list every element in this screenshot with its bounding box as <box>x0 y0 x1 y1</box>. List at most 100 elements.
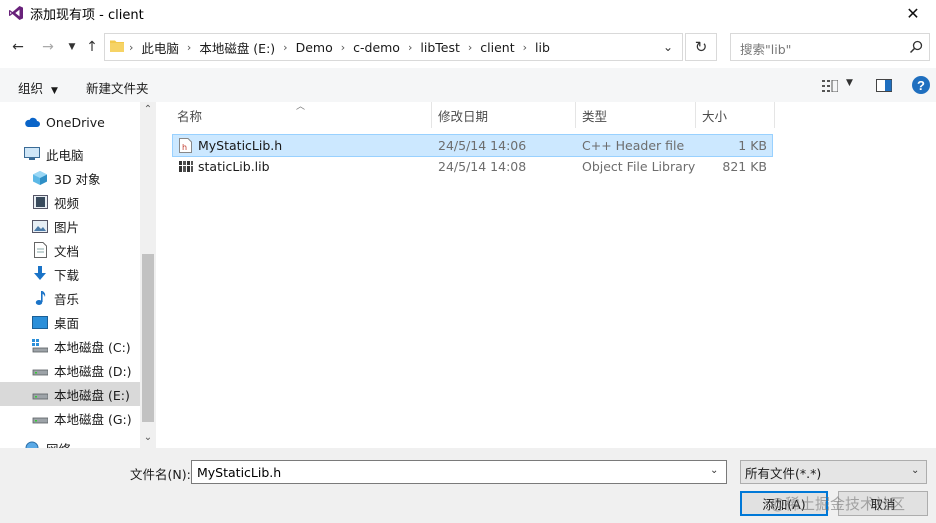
address-history-button[interactable]: ⌄ <box>656 34 680 60</box>
help-icon[interactable]: ? <box>912 76 930 94</box>
file-name: staticLib.lib <box>198 159 270 174</box>
breadcrumb-item[interactable]: lib <box>529 40 556 55</box>
file-size: 1 KB <box>738 138 767 153</box>
view-options-icon[interactable] <box>822 80 838 92</box>
desktop-icon <box>32 314 48 330</box>
sort-ascending-icon: ︿ <box>296 102 306 112</box>
file-modified: 24/5/14 14:06 <box>438 138 527 153</box>
sidebar-item-documents[interactable]: 文档 <box>0 238 155 262</box>
chevron-down-icon[interactable]: ▼ <box>846 78 853 88</box>
sidebar-item-label: 3D 对象 <box>54 171 101 187</box>
column-header-size[interactable]: 大小 <box>702 102 727 128</box>
breadcrumb-separator-icon[interactable]: › <box>521 41 529 54</box>
breadcrumb-separator-icon[interactable]: › <box>406 41 414 54</box>
sidebar-item-label: 视频 <box>54 195 80 211</box>
cube-icon <box>32 170 48 186</box>
column-header-name[interactable]: 名称 <box>177 102 202 128</box>
sidebar-item-label: 下载 <box>54 267 80 283</box>
sidebar-item-drive-e[interactable]: 本地磁盘 (E:) <box>0 382 155 406</box>
recent-locations-button[interactable]: ▼ <box>62 36 82 58</box>
sidebar-item-desktop[interactable]: 桌面 <box>0 310 155 334</box>
window-title: 添加现有项 - client <box>30 8 144 23</box>
visual-studio-icon <box>9 6 23 20</box>
close-button[interactable]: ✕ <box>890 0 936 26</box>
file-modified: 24/5/14 14:08 <box>438 159 527 174</box>
computer-icon <box>24 146 40 162</box>
picture-icon <box>32 218 48 234</box>
column-divider[interactable] <box>575 102 576 128</box>
breadcrumb-item[interactable]: Demo <box>290 40 339 55</box>
svg-text:h: h <box>182 143 187 152</box>
sidebar-item-onedrive[interactable]: OneDrive <box>0 110 155 134</box>
scroll-down-icon[interactable]: ⌄ <box>140 432 156 446</box>
breadcrumb-item[interactable]: c-demo <box>347 40 406 55</box>
scrollbar-thumb[interactable] <box>142 254 154 422</box>
file-size: 821 KB <box>722 159 767 174</box>
file-row[interactable]: staticLib.lib 24/5/14 14:08 Object File … <box>173 156 772 177</box>
sidebar-item-network[interactable]: 网络 <box>0 436 155 448</box>
sidebar-item-label: 本地磁盘 (E:) <box>54 387 130 403</box>
chevron-down-icon: ▼ <box>51 86 58 96</box>
breadcrumb-separator-icon[interactable]: › <box>466 41 474 54</box>
drive-icon <box>32 338 48 354</box>
column-divider[interactable] <box>695 102 696 128</box>
sidebar-item-3d-objects[interactable]: 3D 对象 <box>0 166 155 190</box>
refresh-button[interactable]: ↻ <box>685 33 717 61</box>
breadcrumb-separator-icon: › <box>129 40 134 54</box>
drive-icon <box>32 410 48 426</box>
breadcrumb-item[interactable]: 本地磁盘 (E:) <box>193 38 281 57</box>
chevron-down-icon: ▼ <box>68 42 76 52</box>
breadcrumb-separator-icon[interactable]: › <box>339 41 347 54</box>
file-type: Object File Library <box>582 159 696 174</box>
back-button[interactable]: ← <box>8 36 28 58</box>
sidebar-item-drive-g[interactable]: 本地磁盘 (G:) <box>0 406 155 430</box>
close-icon: ✕ <box>906 3 920 23</box>
download-icon <box>32 266 48 282</box>
drive-icon <box>32 386 48 402</box>
sidebar-item-label: 本地磁盘 (C:) <box>54 339 131 355</box>
sidebar-item-label: 本地磁盘 (D:) <box>54 363 132 379</box>
drive-icon <box>32 362 48 378</box>
sidebar-item-videos[interactable]: 视频 <box>0 190 155 214</box>
music-icon <box>32 290 48 306</box>
chevron-down-icon: ⌄ <box>662 40 674 54</box>
file-type: C++ Header file <box>582 138 685 153</box>
sidebar-item-this-pc[interactable]: 此电脑 <box>0 142 155 166</box>
filetype-select[interactable]: 所有文件(*.*) <box>740 460 927 484</box>
new-folder-button[interactable]: 新建文件夹 <box>86 78 149 97</box>
up-button[interactable]: ↑ <box>82 36 102 58</box>
preview-pane-icon[interactable] <box>876 79 892 92</box>
sidebar-item-pictures[interactable]: 图片 <box>0 214 155 238</box>
breadcrumb-separator-icon[interactable]: › <box>185 41 193 54</box>
document-icon <box>32 242 48 258</box>
organize-button[interactable]: 组织 ▼ <box>18 78 58 97</box>
breadcrumb-item[interactable]: client <box>474 40 520 55</box>
forward-button[interactable]: → <box>38 36 58 58</box>
breadcrumb: › 此电脑 › 本地磁盘 (E:) › Demo › c-demo › libT… <box>127 33 556 61</box>
up-arrow-icon: ↑ <box>86 39 98 55</box>
watermark: @稀土掘金技术社区 <box>770 495 906 513</box>
column-divider[interactable] <box>431 102 432 128</box>
scroll-up-icon[interactable]: ⌃ <box>140 104 156 118</box>
sidebar-item-label: 音乐 <box>54 291 80 307</box>
sidebar-item-downloads[interactable]: 下载 <box>0 262 155 286</box>
search-icon <box>909 40 923 54</box>
file-name: MyStaticLib.h <box>198 138 283 153</box>
breadcrumb-separator-icon[interactable]: › <box>281 41 289 54</box>
sidebar-item-drive-d[interactable]: 本地磁盘 (D:) <box>0 358 155 382</box>
file-row[interactable]: h MyStaticLib.h 24/5/14 14:06 C++ Header… <box>172 134 773 157</box>
chevron-down-icon[interactable]: ⌄ <box>710 465 718 476</box>
sidebar-item-music[interactable]: 音乐 <box>0 286 155 310</box>
sidebar-item-label: 本地磁盘 (G:) <box>54 411 132 427</box>
chevron-down-icon[interactable]: ⌄ <box>911 465 919 476</box>
column-header-type[interactable]: 类型 <box>582 102 607 128</box>
sidebar-item-label: OneDrive <box>46 114 105 130</box>
back-arrow-icon: ← <box>12 39 24 55</box>
breadcrumb-item[interactable]: libTest <box>414 40 466 55</box>
folder-icon <box>110 40 124 52</box>
breadcrumb-item[interactable]: 此电脑 <box>135 38 185 57</box>
column-divider[interactable] <box>774 102 775 128</box>
column-header-modified[interactable]: 修改日期 <box>438 102 488 128</box>
filename-input[interactable] <box>191 460 727 484</box>
sidebar-item-drive-c[interactable]: 本地磁盘 (C:) <box>0 334 155 358</box>
